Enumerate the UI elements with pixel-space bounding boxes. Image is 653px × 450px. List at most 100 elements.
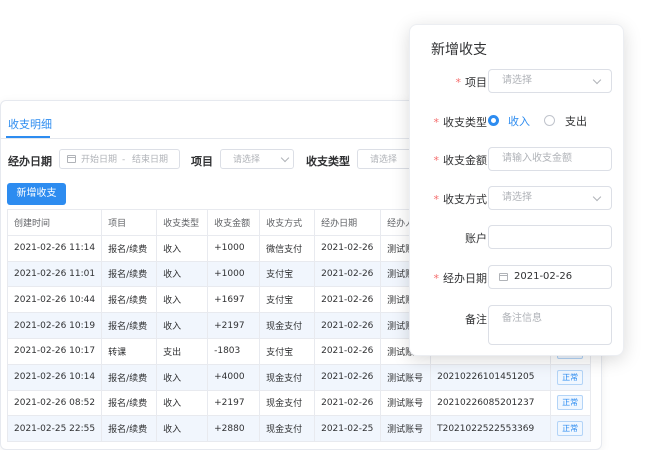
table-cell: 2021-02-26 [314,337,382,365]
expense-radio[interactable] [544,115,555,126]
method-select[interactable]: 请选择 [488,186,612,210]
required-mark: * [433,193,440,206]
table-cell: 报名/续费 [101,260,158,288]
table-cell: 现金支付 [259,363,316,391]
table-row[interactable]: 2021-02-26 08:52 报名/续费 收入 +2197 现金支付 2021-02-… [6,389,592,417]
table-cell: 20210226085201237 [430,389,552,417]
table-cell: 报名/续费 [101,389,158,417]
required-mark: * [433,116,440,129]
table-cell: 报名/续费 [101,312,158,339]
table-cell: 报名/续费 [101,286,158,314]
remark-textarea-placeholder: 备注信息 [502,313,542,324]
table-cell: 现金支付 [259,312,316,339]
table-cell: 支付宝 [259,286,316,314]
table-cell: +4000 [207,363,261,391]
status-badge: 正常 [557,395,584,411]
table-cell: +2197 [207,312,261,339]
table-cell: 2021-02-25 22:55 [6,415,103,443]
table-cell: 2021-02-26 [314,260,382,288]
table-cell: 2021-02-25 [314,415,382,443]
add-transaction-button[interactable]: 新增收支 [7,183,66,205]
column-header[interactable]: 创建时间 [6,209,103,236]
table-cell: 2021-02-26 [314,286,382,314]
table-cell: 测试账号 [380,415,432,443]
table-cell: 收入 [156,286,209,314]
table-cell: 收入 [156,389,209,417]
project-filter-label: 项目 [191,155,213,168]
table-cell: 2021-02-26 10:44 [6,286,103,314]
date-filter-label: 经办日期 [8,155,52,168]
date-picker-value: 2021-02-26 [514,271,573,282]
table-cell: 收入 [156,312,209,339]
amount-form-label: * 收支金额 [433,154,488,167]
remark-textarea[interactable]: 备注信息 [488,305,612,345]
account-input[interactable] [488,225,612,249]
required-mark: * [433,154,440,167]
income-radio-label[interactable]: 收入 [508,113,530,129]
table-cell: 收入 [156,415,209,443]
table-cell: 收入 [156,363,209,391]
column-header[interactable]: 项目 [101,209,158,236]
table-cell: 2021-02-26 [314,234,382,262]
column-header[interactable]: 收支方式 [259,209,316,236]
project-filter-placeholder: 请选择 [233,155,261,165]
income-radio[interactable] [488,115,499,126]
date-form-label: * 经办日期 [433,272,488,285]
project-form-label: * 项目 [455,76,488,89]
table-cell: 收入 [156,234,209,262]
table-cell: 2021-02-26 [314,312,382,339]
table-cell: 2021-02-26 10:17 [6,337,103,365]
status-badge: 正常 [557,369,584,385]
amount-input-placeholder: 请输入收支金额 [502,153,572,164]
table-cell: T2021022522553369 [430,415,552,443]
table-cell: +2197 [207,389,261,417]
method-form-row: * 收支方式 请选择 [410,186,623,210]
table-row[interactable]: 2021-02-26 10:14 报名/续费 收入 +4000 现金支付 2021-02-… [6,363,592,391]
table-cell: 2021-02-26 10:19 [6,312,103,339]
table-cell: 测试账号 [380,389,432,417]
table-cell: 现金支付 [259,389,316,417]
type-filter-label: 收支类型 [306,155,350,168]
table-cell: 2021-02-26 11:01 [6,260,103,288]
date-range-input[interactable]: 开始日期 - 结束日期 [59,149,180,169]
add-transaction-dialog: 新增收支 * 项目 请选择 * 收支类型 收入 支出 * 收支金额 请输入收支金额 *… [409,24,624,356]
type-form-row: * 收支类型 收入 支出 [410,109,623,133]
required-mark: * [433,272,440,285]
project-filter-select[interactable]: 请选择 [220,149,294,169]
table-row[interactable]: 2021-02-25 22:55 报名/续费 收入 +2880 现金支付 2021-02-… [6,415,592,443]
table-cell: 微信支付 [259,234,316,262]
status-cell: 正常 [550,415,592,443]
remark-form-row: 备注 备注信息 [410,305,623,345]
calendar-icon [499,273,508,281]
table-cell: 转课 [101,337,158,365]
amount-input[interactable]: 请输入收支金额 [488,147,612,171]
status-cell: 正常 [550,363,592,391]
column-header[interactable]: 收支类型 [156,209,209,236]
table-cell: 现金支付 [259,415,316,443]
chevron-down-icon [592,75,602,85]
chevron-down-icon [280,153,290,163]
table-cell: 报名/续费 [101,415,158,443]
dialog-title: 新增收支 [431,42,487,58]
table-cell: 收入 [156,260,209,288]
project-select[interactable]: 请选择 [488,69,612,93]
status-cell: 正常 [550,389,592,417]
date-form-row: * 经办日期 2021-02-26 [410,265,623,289]
column-header[interactable]: 收支金额 [207,209,261,236]
table-cell: 支付宝 [259,337,316,365]
table-cell: 报名/续费 [101,363,158,391]
account-form-label: 账户 [465,232,487,245]
method-form-label: * 收支方式 [433,193,488,206]
table-cell: 20210226101451205 [430,363,552,391]
table-cell: 2021-02-26 [314,363,382,391]
method-select-placeholder: 请选择 [502,192,532,203]
column-header[interactable]: 经办日期 [314,209,382,236]
tab-finance-detail[interactable]: 收支明细 [8,116,52,132]
table-cell: 支出 [156,337,209,365]
table-cell: +2880 [207,415,261,443]
expense-radio-label[interactable]: 支出 [565,113,587,129]
table-cell: +1697 [207,286,261,314]
date-picker-input[interactable]: 2021-02-26 [488,265,612,289]
table-cell: 2021-02-26 10:14 [6,363,103,391]
table-cell: -1803 [207,337,261,365]
